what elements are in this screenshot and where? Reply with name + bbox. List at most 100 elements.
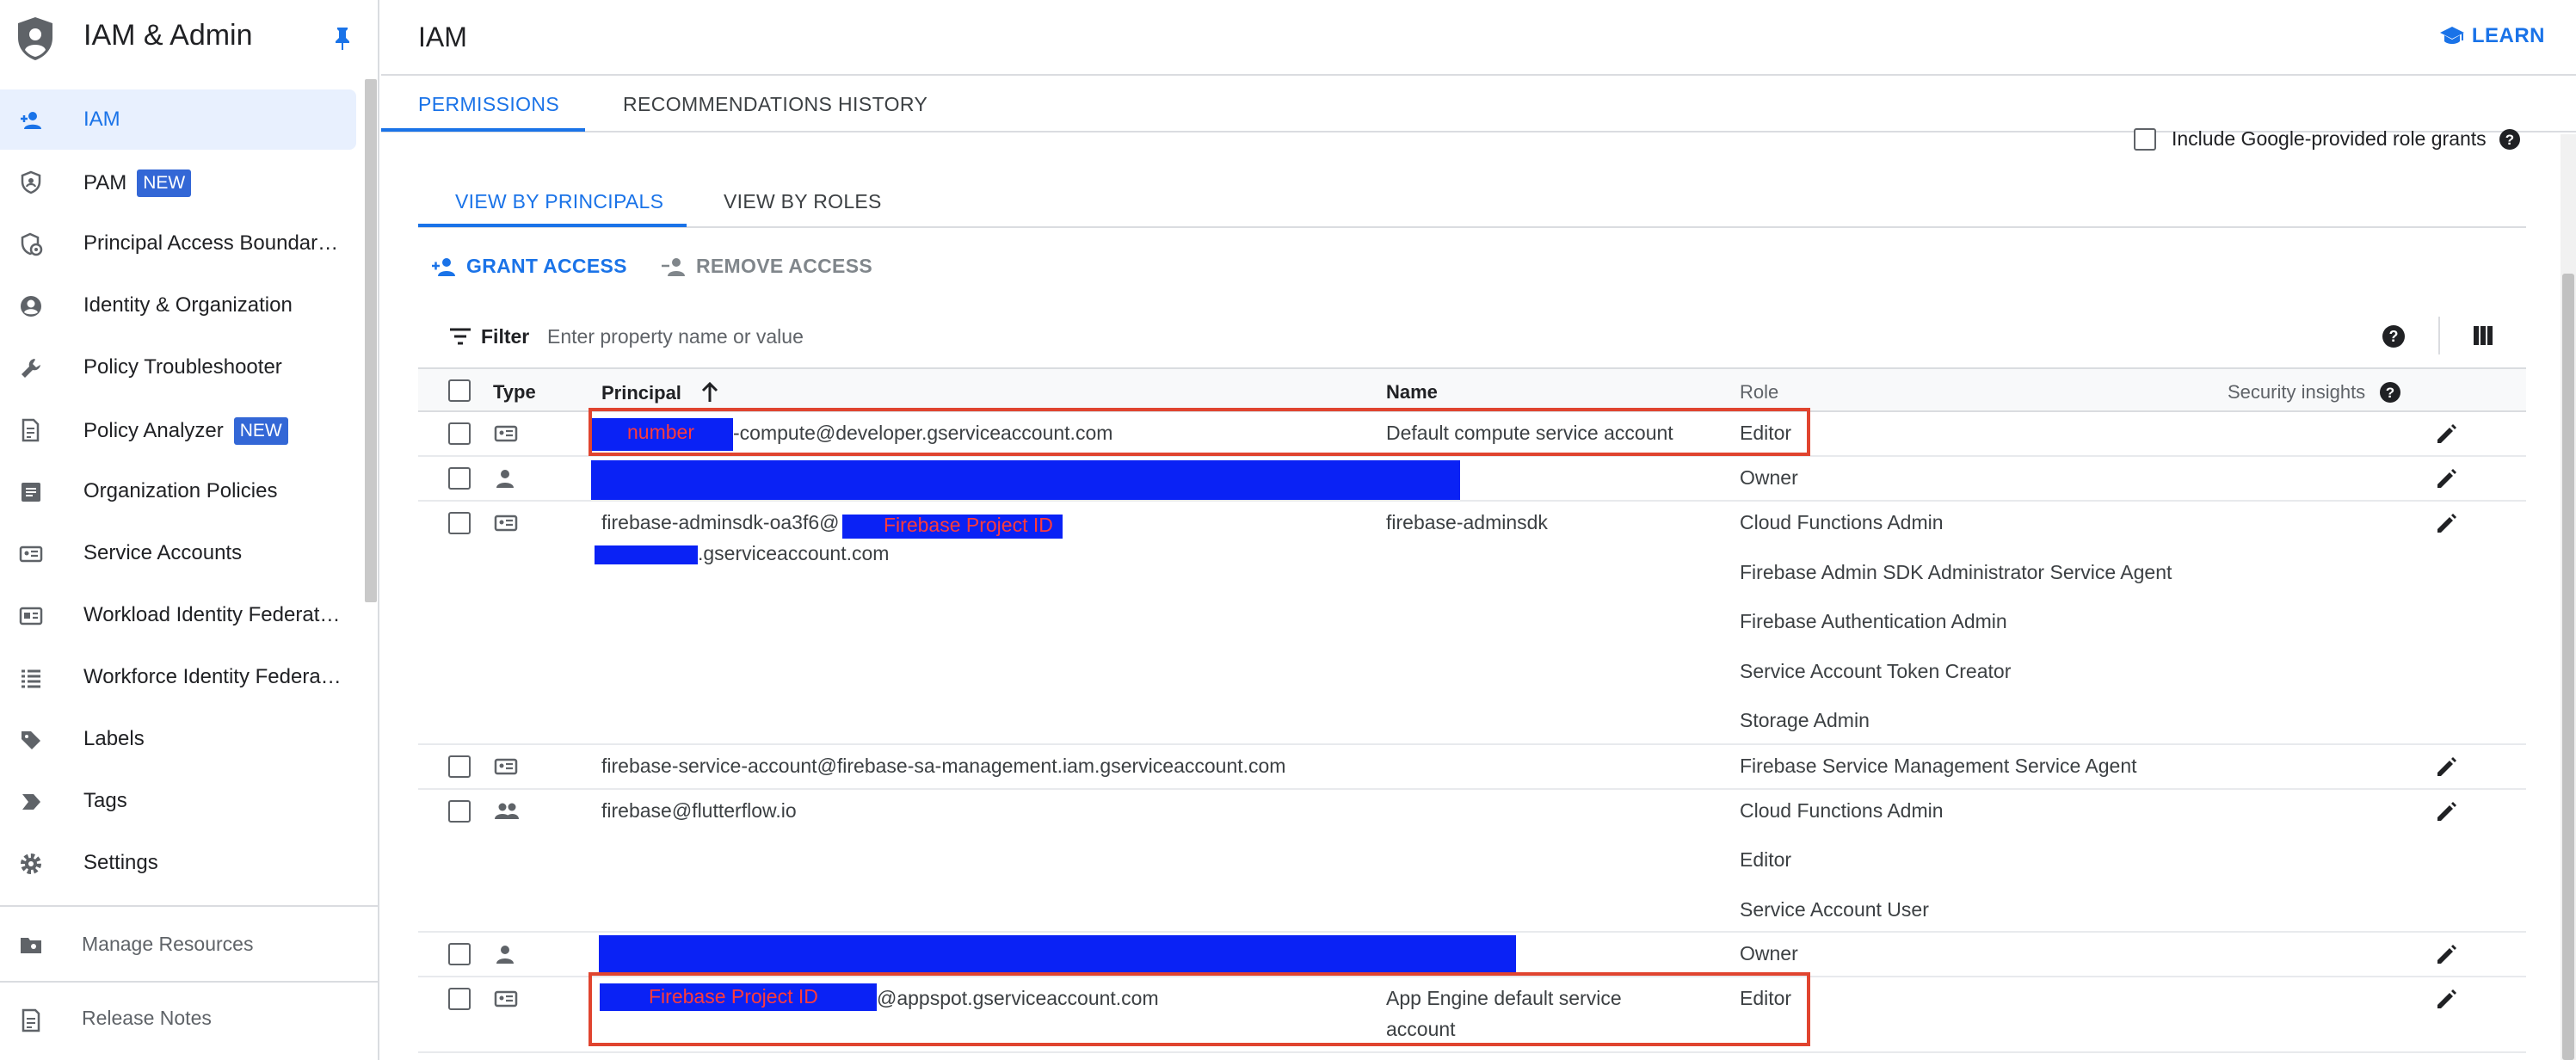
svg-text:?: ? xyxy=(2386,385,2394,401)
include-google-grants-toggle[interactable]: Include Google-provided role grants ? xyxy=(2134,127,2521,151)
sidebar-item-workload-identity-federation[interactable]: Workload Identity Federati… xyxy=(0,585,356,645)
main-scrollbar-thumb[interactable] xyxy=(2562,274,2574,1060)
column-header-type[interactable]: Type xyxy=(493,381,536,404)
svg-text:?: ? xyxy=(2505,132,2513,148)
principal-email[interactable]: firebase-adminsdk-oa3f6@ xyxy=(601,511,839,534)
row-checkbox[interactable] xyxy=(448,800,471,823)
tab-permissions[interactable]: PERMISSIONS xyxy=(418,93,559,116)
column-header-principal[interactable]: Principal xyxy=(601,381,719,404)
sidebar-item-policy-troubleshooter[interactable]: Policy Troubleshooter xyxy=(0,337,356,398)
help-icon[interactable]: ? xyxy=(2382,324,2406,348)
sidebar-item-label: Workload Identity Federati… xyxy=(83,603,342,626)
row-checkbox[interactable] xyxy=(448,943,471,965)
include-google-grants-label: Include Google-provided role grants xyxy=(2172,127,2487,150)
role-label: Cloud Functions Admin xyxy=(1740,511,1944,533)
sidebar-divider xyxy=(0,981,379,983)
sidebar-item-label: Organization Policies xyxy=(83,479,278,502)
column-header-name[interactable]: Name xyxy=(1386,381,1438,404)
edit-pencil-icon[interactable] xyxy=(2435,423,2457,446)
gear-icon xyxy=(21,854,41,874)
pin-icon[interactable] xyxy=(331,26,354,52)
role-label: Storage Admin xyxy=(1740,709,1870,731)
group-icon xyxy=(495,803,519,819)
sidebar-scrollbar[interactable] xyxy=(365,79,377,602)
person-remove-icon xyxy=(662,257,685,276)
service-account-icon xyxy=(494,990,518,1008)
tab-view-by-roles[interactable]: VIEW BY ROLES xyxy=(724,190,882,213)
redaction-note: Firebase Project ID xyxy=(884,514,1053,536)
include-google-grants-checkbox[interactable] xyxy=(2134,127,2156,151)
sidebar-header: IAM & Admin xyxy=(0,0,379,76)
release-notes-link[interactable]: Release Notes xyxy=(0,989,379,1050)
remove-access-label: REMOVE ACCESS xyxy=(696,255,872,277)
edit-pencil-icon[interactable] xyxy=(2435,801,2457,823)
tab-view-by-principals[interactable]: VIEW BY PRINCIPALS xyxy=(455,190,663,213)
sidebar-item-policy-analyzer[interactable]: Policy Analyzer NEW xyxy=(0,399,356,459)
redacted-block xyxy=(591,460,1460,500)
main-tabs: PERMISSIONS RECOMMENDATIONS HISTORY xyxy=(381,77,2576,132)
sidebar-item-iam[interactable]: IAM xyxy=(0,89,356,150)
sidebar-divider xyxy=(0,905,379,907)
folder-settings-icon xyxy=(21,938,41,953)
role-label: Cloud Functions Admin xyxy=(1740,799,1944,822)
sidebar-item-workforce-identity-federation[interactable]: Workforce Identity Federa… xyxy=(0,647,356,707)
iam-shield-logo-icon xyxy=(18,17,52,60)
principal-email[interactable]: firebase@flutterflow.io xyxy=(601,799,797,823)
id-card-icon xyxy=(19,607,43,626)
help-icon[interactable]: ? xyxy=(2499,128,2521,151)
column-header-security-insights[interactable]: Security insights ? xyxy=(2228,381,2401,404)
sidebar-title: IAM & Admin xyxy=(83,19,253,52)
sidebar-item-labels[interactable]: Labels xyxy=(0,709,356,769)
sidebar-item-settings[interactable]: Settings xyxy=(0,833,356,893)
sidebar-item-pam[interactable]: PAM NEW xyxy=(0,151,356,212)
edit-pencil-icon[interactable] xyxy=(2435,756,2457,779)
sidebar-item-principal-access-boundary[interactable]: Principal Access Boundar… xyxy=(0,213,356,274)
principal-name: firebase-adminsdk xyxy=(1386,511,1548,533)
wrench-icon xyxy=(22,359,40,378)
edit-pencil-icon[interactable] xyxy=(2435,468,2457,490)
row-checkbox[interactable] xyxy=(448,512,471,534)
security-insights-label: Security insights xyxy=(2228,381,2366,403)
role-label: Editor xyxy=(1740,848,1792,871)
row-checkbox[interactable] xyxy=(448,988,471,1010)
manage-resources-link[interactable]: Manage Resources xyxy=(0,914,379,974)
filter-label: Filter xyxy=(481,325,530,348)
remove-access-button[interactable]: REMOVE ACCESS xyxy=(660,255,872,278)
edit-pencil-icon[interactable] xyxy=(2435,989,2457,1011)
active-view-tab-indicator xyxy=(418,224,687,227)
sidebar-item-label: Service Accounts xyxy=(83,541,243,564)
principal-email[interactable]: firebase-service-account@firebase-sa-man… xyxy=(601,755,1285,778)
row-checkbox[interactable] xyxy=(448,422,471,445)
help-icon[interactable]: ? xyxy=(2379,381,2401,404)
select-all-checkbox[interactable] xyxy=(448,379,471,402)
column-header-role[interactable]: Role xyxy=(1740,381,1778,404)
label-icon xyxy=(22,731,40,749)
sidebar-item-tags[interactable]: Tags xyxy=(0,771,356,831)
sidebar-item-label: Policy Analyzer NEW xyxy=(83,417,288,445)
principal-email-continued[interactable]: .gserviceaccount.com xyxy=(698,542,889,565)
tab-recommendations-history[interactable]: RECOMMENDATIONS HISTORY xyxy=(623,93,927,116)
sidebar-item-label: Principal Access Boundar… xyxy=(83,231,339,255)
column-display-icon[interactable] xyxy=(2473,325,2493,346)
edit-pencil-icon[interactable] xyxy=(2435,944,2457,966)
role-label: Firebase Service Management Service Agen… xyxy=(1740,755,2137,777)
row-checkbox[interactable] xyxy=(448,755,471,778)
highlight-callout xyxy=(589,408,1810,456)
edit-pencil-icon[interactable] xyxy=(2435,513,2457,535)
sidebar-item-organization-policies[interactable]: Organization Policies xyxy=(0,461,356,521)
grant-access-button[interactable]: GRANT ACCESS xyxy=(430,255,627,278)
sidebar-item-service-accounts[interactable]: Service Accounts xyxy=(0,523,356,583)
svg-text:?: ? xyxy=(2389,328,2399,345)
table-row: firebase-service-account@firebase-sa-man… xyxy=(418,745,2526,790)
learn-button[interactable]: LEARN xyxy=(2439,24,2545,48)
filter-input[interactable] xyxy=(547,322,2096,351)
role-label: Service Account Token Creator xyxy=(1740,660,2012,682)
view-tabs: VIEW BY PRINCIPALS VIEW BY ROLES xyxy=(418,176,2526,228)
sidebar-item-identity-organization[interactable]: Identity & Organization xyxy=(0,275,356,336)
sort-ascending-icon xyxy=(701,381,718,402)
row-checkbox[interactable] xyxy=(448,467,471,490)
release-notes-icon xyxy=(22,1008,40,1032)
sidebar-item-label: PAM NEW xyxy=(83,169,192,197)
learn-label: LEARN xyxy=(2471,24,2545,47)
sidebar-item-label: IAM xyxy=(83,108,120,131)
